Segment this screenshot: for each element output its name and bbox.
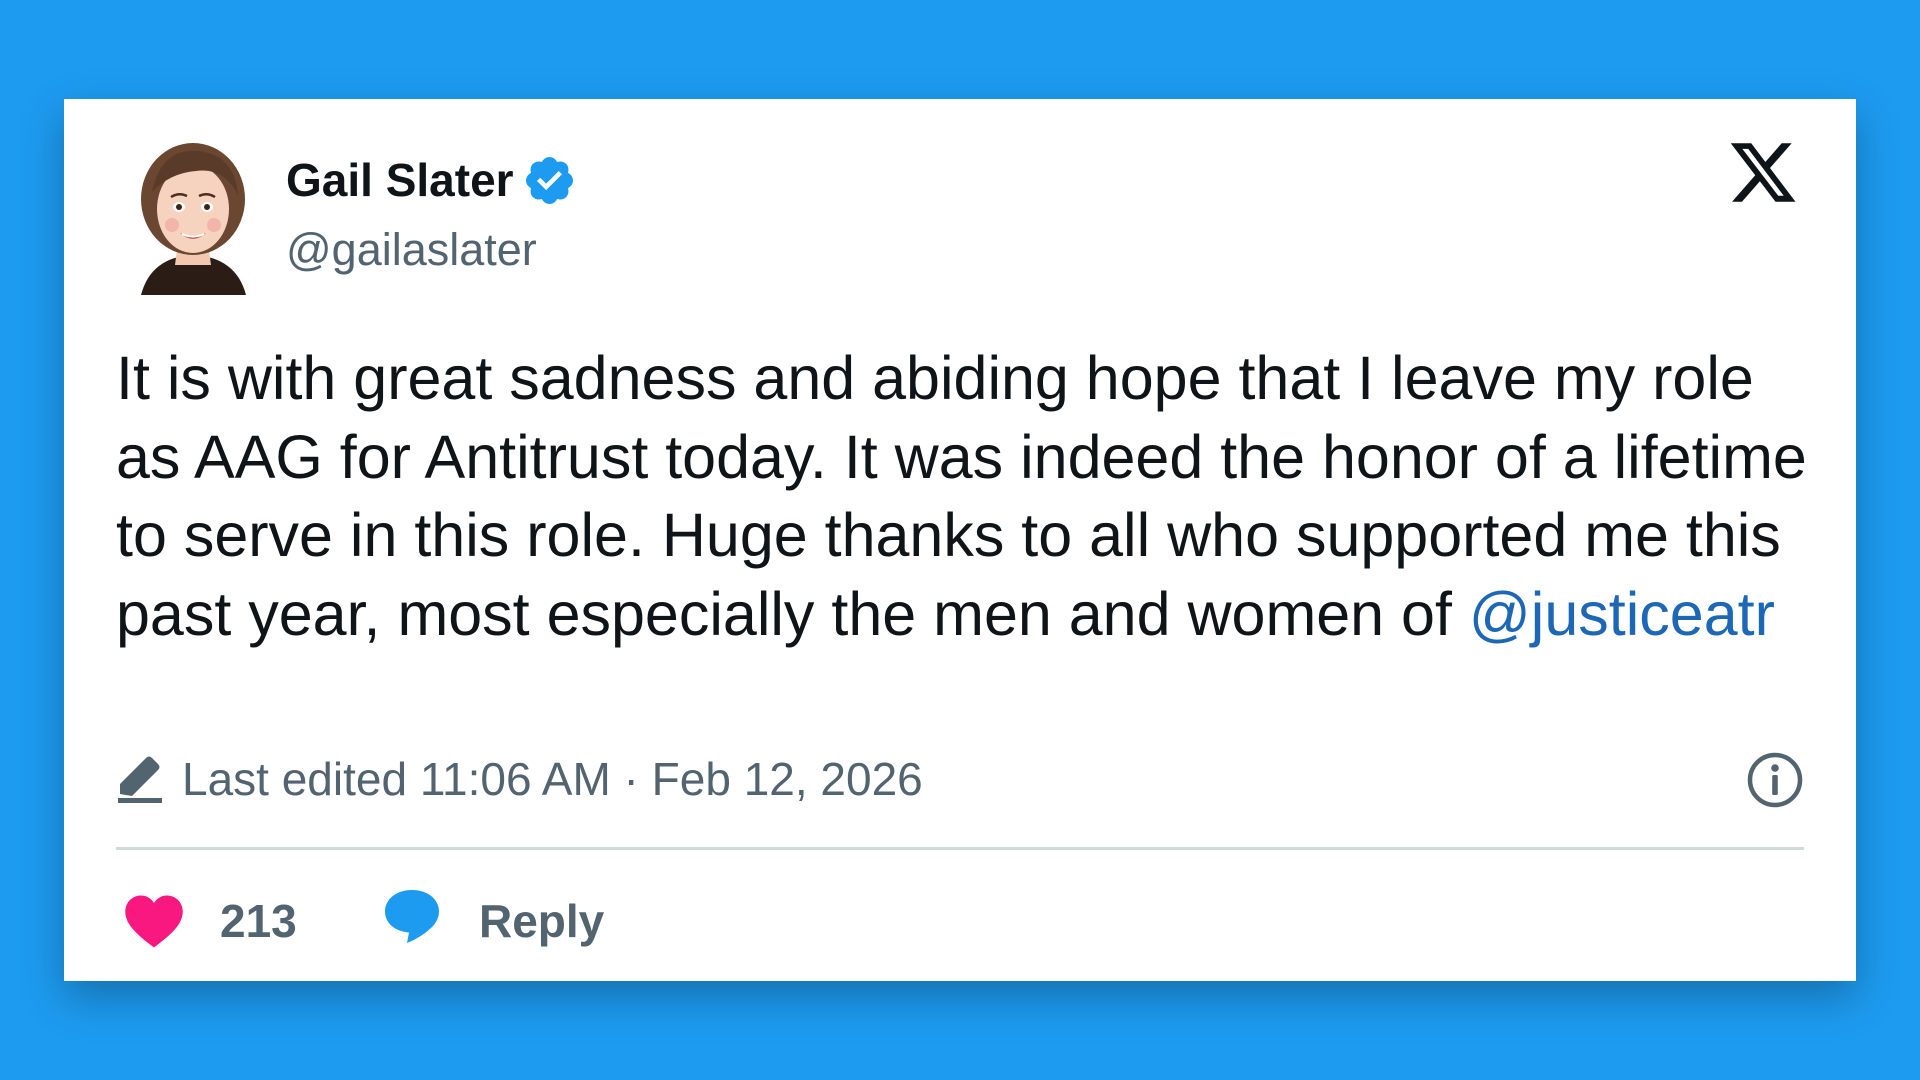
- x-logo-icon[interactable]: [1727, 143, 1799, 211]
- speech-bubble-icon[interactable]: [382, 887, 442, 945]
- tweet-card: Gail Slater @gailaslater It is with grea…: [64, 99, 1856, 981]
- edit-info-row: Last edited 11:06 AM · Feb 12, 2026: [116, 749, 1804, 809]
- pencil-icon: [116, 754, 164, 804]
- verified-badge-icon: [522, 153, 577, 208]
- author-name[interactable]: Gail Slater: [286, 153, 514, 207]
- author-handle[interactable]: @gailaslater: [286, 223, 537, 277]
- action-bar: 213 Reply: [124, 885, 924, 957]
- like-count[interactable]: 213: [220, 894, 297, 948]
- info-icon[interactable]: [1746, 751, 1804, 809]
- last-edited-timestamp[interactable]: Last edited 11:06 AM · Feb 12, 2026: [182, 752, 923, 806]
- reply-button[interactable]: Reply: [479, 894, 604, 948]
- avatar[interactable]: [116, 137, 271, 295]
- mention-link[interactable]: @justiceatr: [1469, 580, 1775, 648]
- heart-icon[interactable]: [124, 893, 184, 949]
- divider: [116, 847, 1804, 850]
- tweet-text: It is with great sadness and abiding hop…: [116, 339, 1816, 653]
